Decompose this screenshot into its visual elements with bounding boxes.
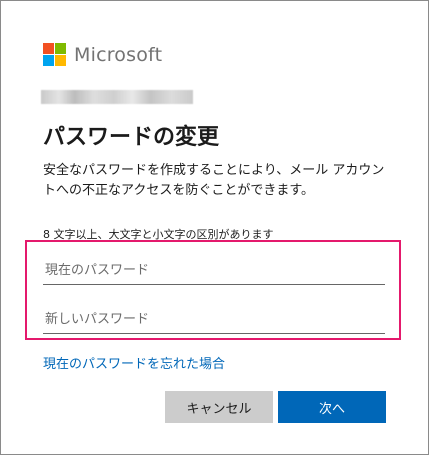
masked-account-email — [41, 90, 193, 104]
brand-name: Microsoft — [74, 43, 163, 66]
page-description: 安全なパスワードを作成することにより、メール アカウントへの不正なアクセスを防ぐ… — [43, 163, 385, 198]
new-password-field[interactable] — [43, 306, 385, 334]
microsoft-logo: Microsoft — [43, 43, 162, 66]
dialog-frame: Microsoft パスワードの変更 安全なパスワードを作成することにより、メー… — [0, 0, 429, 455]
forgot-password-link[interactable]: 現在のパスワードを忘れた場合 — [43, 353, 225, 372]
next-button[interactable]: 次へ — [278, 391, 386, 423]
microsoft-logo-icon — [43, 43, 66, 66]
cancel-button[interactable]: キャンセル — [165, 391, 273, 423]
current-password-field[interactable] — [43, 257, 385, 285]
page-title: パスワードの変更 — [43, 125, 220, 150]
